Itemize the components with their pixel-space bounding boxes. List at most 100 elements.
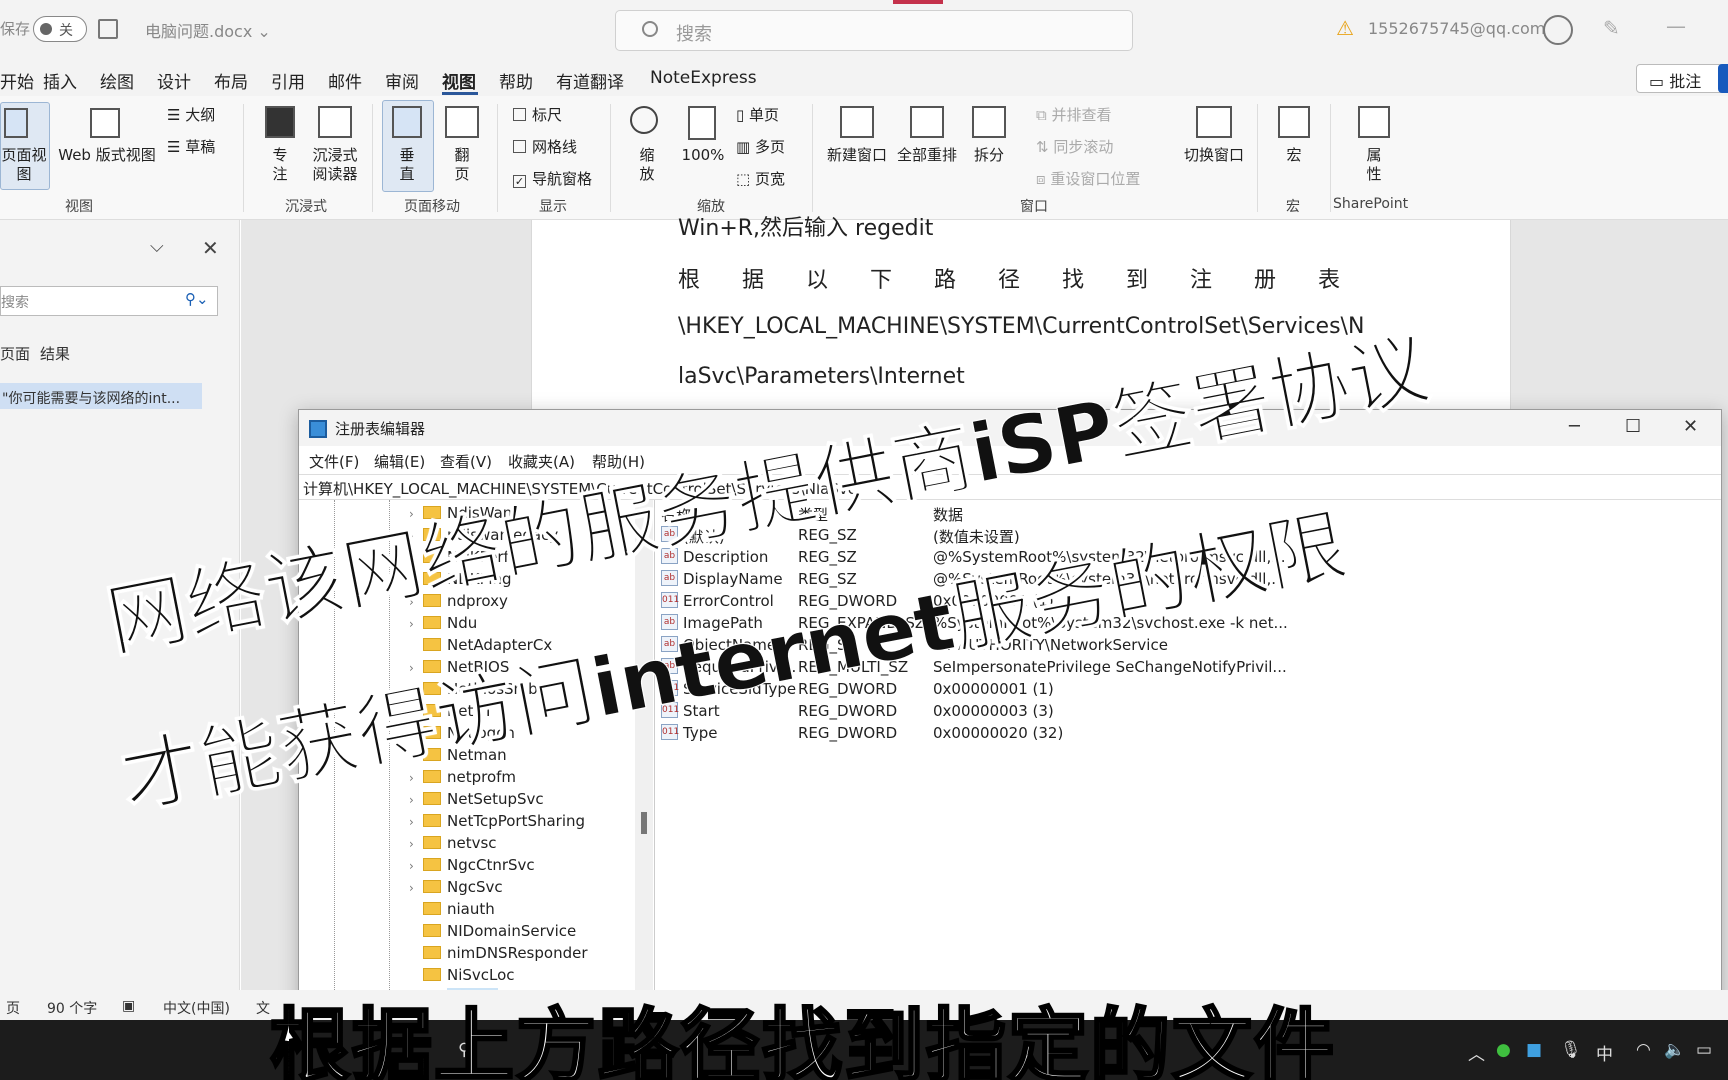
- scroll-thumb[interactable]: [641, 812, 647, 834]
- value-data: 0x00000020 (32): [933, 724, 1064, 742]
- tab-results[interactable]: 结果: [40, 343, 70, 364]
- tree-item[interactable]: nimDNSResponder: [409, 944, 588, 966]
- tab-noteexpress[interactable]: NoteExpress: [650, 68, 757, 88]
- page-view-button[interactable]: 页面视图: [0, 146, 48, 184]
- tab-review[interactable]: 审阅: [385, 68, 419, 93]
- folder-icon: [423, 616, 441, 629]
- group-sharepoint-label: SharePoint: [1333, 196, 1409, 212]
- zoom-100-button[interactable]: 100%: [680, 146, 726, 165]
- save-icon[interactable]: [98, 19, 118, 39]
- autosave-toggle[interactable]: 关: [33, 16, 87, 42]
- tab-draw[interactable]: 绘图: [100, 68, 134, 93]
- side-by-side-button[interactable]: ⧉ 并排查看: [1036, 106, 1112, 125]
- multi-page-button[interactable]: ▥ 多页: [736, 138, 785, 157]
- tab-layout[interactable]: 布局: [214, 68, 248, 93]
- tree-item[interactable]: › Ndu: [409, 614, 477, 636]
- avatar[interactable]: [1543, 15, 1573, 45]
- tab-references[interactable]: 引用: [271, 68, 305, 93]
- tree-item[interactable]: niauth: [409, 900, 495, 922]
- menu-view[interactable]: 查看(V): [440, 451, 492, 472]
- zoom-button[interactable]: 缩 放: [632, 146, 662, 184]
- maximize-icon[interactable]: ☐: [1625, 416, 1641, 437]
- tab-view[interactable]: 视图: [442, 68, 476, 93]
- minimize-icon[interactable]: ─: [1569, 416, 1580, 437]
- tab-design[interactable]: 设计: [157, 68, 191, 93]
- accent-strip: [893, 0, 943, 4]
- tab-mailings[interactable]: 邮件: [328, 68, 362, 93]
- warning-icon[interactable]: ⚠: [1336, 16, 1354, 40]
- search-result-item[interactable]: "你可能需要与该网络的int...: [0, 383, 202, 409]
- expand-chevron-icon[interactable]: ›: [409, 815, 423, 829]
- tree-item[interactable]: › NetSetupSvc: [409, 790, 544, 812]
- value-data: 0x00000001 (1): [933, 680, 1054, 698]
- status-page[interactable]: 页: [6, 998, 20, 1018]
- battery-icon[interactable]: ▭: [1696, 1040, 1712, 1060]
- focus-button[interactable]: 专 注: [265, 146, 295, 184]
- tree-item[interactable]: › NgcCtnrSvc: [409, 856, 535, 878]
- ruler-checkbox[interactable]: 标尺: [513, 106, 562, 125]
- expand-chevron-icon[interactable]: ›: [409, 837, 423, 851]
- new-window-button[interactable]: 新建窗口: [826, 146, 888, 165]
- one-page-button[interactable]: ▯ 单页: [736, 106, 779, 125]
- close-icon[interactable]: ✕: [202, 236, 219, 260]
- expand-chevron-icon[interactable]: ›: [409, 793, 423, 807]
- macros-button[interactable]: 宏: [1278, 146, 1310, 165]
- tab-youdao[interactable]: 有道翻译: [556, 68, 624, 93]
- arrange-all-button[interactable]: 全部重排: [896, 146, 958, 165]
- immersive-reader-icon: [318, 106, 352, 138]
- close-icon[interactable]: ✕: [1683, 416, 1698, 437]
- app-tray-icon[interactable]: ■: [1526, 1040, 1542, 1060]
- comment-button[interactable]: ▭ 批注: [1636, 64, 1728, 93]
- search-box[interactable]: 搜索: [615, 10, 1133, 51]
- reset-position-button[interactable]: ⧈ 重设窗口位置: [1036, 170, 1140, 189]
- tree-item[interactable]: › NgcSvc: [409, 878, 503, 900]
- status-language[interactable]: 中文(中国): [163, 998, 230, 1018]
- ime-indicator[interactable]: 中: [1596, 1040, 1613, 1065]
- status-word-count[interactable]: 90 个字: [47, 998, 97, 1018]
- value-row[interactable]: 011 Type REG_DWORD 0x00000020 (32): [657, 724, 1717, 746]
- split-button[interactable]: 拆分: [970, 146, 1008, 165]
- nav-search-input[interactable]: 搜索 ⚲⌄: [0, 286, 218, 316]
- tab-insert[interactable]: 插入: [43, 68, 77, 93]
- user-email[interactable]: 1552675745@qq.com: [1368, 19, 1545, 38]
- wifi-icon[interactable]: ◠: [1636, 1040, 1651, 1060]
- expand-chevron-icon[interactable]: ›: [409, 881, 423, 895]
- tab-help[interactable]: 帮助: [499, 68, 533, 93]
- pen-icon[interactable]: ✎: [1603, 16, 1620, 40]
- tree-item[interactable]: › netvsc: [409, 834, 497, 856]
- tree-item[interactable]: › NetTcpPortSharing: [409, 812, 585, 834]
- menu-edit[interactable]: 编辑(E): [374, 451, 425, 472]
- page-width-label: 页宽: [754, 170, 785, 188]
- volume-icon[interactable]: 🔈: [1664, 1040, 1685, 1060]
- document-name[interactable]: 电脑问题.docx ⌄: [145, 18, 271, 42]
- side-to-side-button[interactable]: 翻 页: [447, 146, 477, 184]
- minimize-icon[interactable]: —: [1666, 14, 1686, 38]
- proofing-icon[interactable]: ▣: [122, 998, 135, 1014]
- status-extra[interactable]: 文: [256, 998, 270, 1018]
- outline-button[interactable]: ☰ 大纲: [167, 106, 215, 125]
- chevron-down-icon[interactable]: ⌵: [150, 236, 164, 257]
- expand-chevron-icon[interactable]: ›: [409, 617, 423, 631]
- draft-button[interactable]: ☰ 草稿: [167, 138, 215, 157]
- chevron-up-icon[interactable]: ︿: [1468, 1040, 1485, 1065]
- ribbon: 页面视图 Web 版式视图 ☰ 大纲 ☰ 草稿 视图 专 注 沉浸式 阅读器 沉…: [0, 96, 1728, 220]
- tab-pages[interactable]: 页面: [0, 343, 30, 364]
- switch-windows-button[interactable]: 切换窗口: [1180, 146, 1248, 165]
- immersive-reader-button[interactable]: 沉浸式 阅读器: [306, 146, 364, 184]
- tab-home[interactable]: 开始: [0, 68, 34, 93]
- gridlines-checkbox[interactable]: 网格线: [513, 138, 577, 157]
- properties-button[interactable]: 属 性: [1358, 146, 1390, 184]
- sync-scroll-button[interactable]: ⇅ 同步滚动: [1036, 138, 1113, 157]
- menu-file[interactable]: 文件(F): [309, 451, 359, 472]
- web-layout-button[interactable]: Web 版式视图: [56, 146, 158, 165]
- value-row[interactable]: 011 Start REG_DWORD 0x00000003 (3): [657, 702, 1717, 724]
- vertical-button[interactable]: 垂 直: [392, 146, 422, 184]
- microphone-icon[interactable]: 🎙: [1560, 1040, 1582, 1060]
- wechat-icon[interactable]: ●: [1496, 1040, 1511, 1060]
- tree-scrollbar[interactable]: [635, 500, 653, 1030]
- expand-chevron-icon[interactable]: ›: [409, 859, 423, 873]
- tree-item[interactable]: NIDomainService: [409, 922, 576, 944]
- page-width-button[interactable]: ⬚ 页宽: [736, 170, 785, 189]
- share-button[interactable]: [1718, 64, 1728, 93]
- nav-pane-checkbox[interactable]: ✓ 导航窗格: [513, 170, 592, 189]
